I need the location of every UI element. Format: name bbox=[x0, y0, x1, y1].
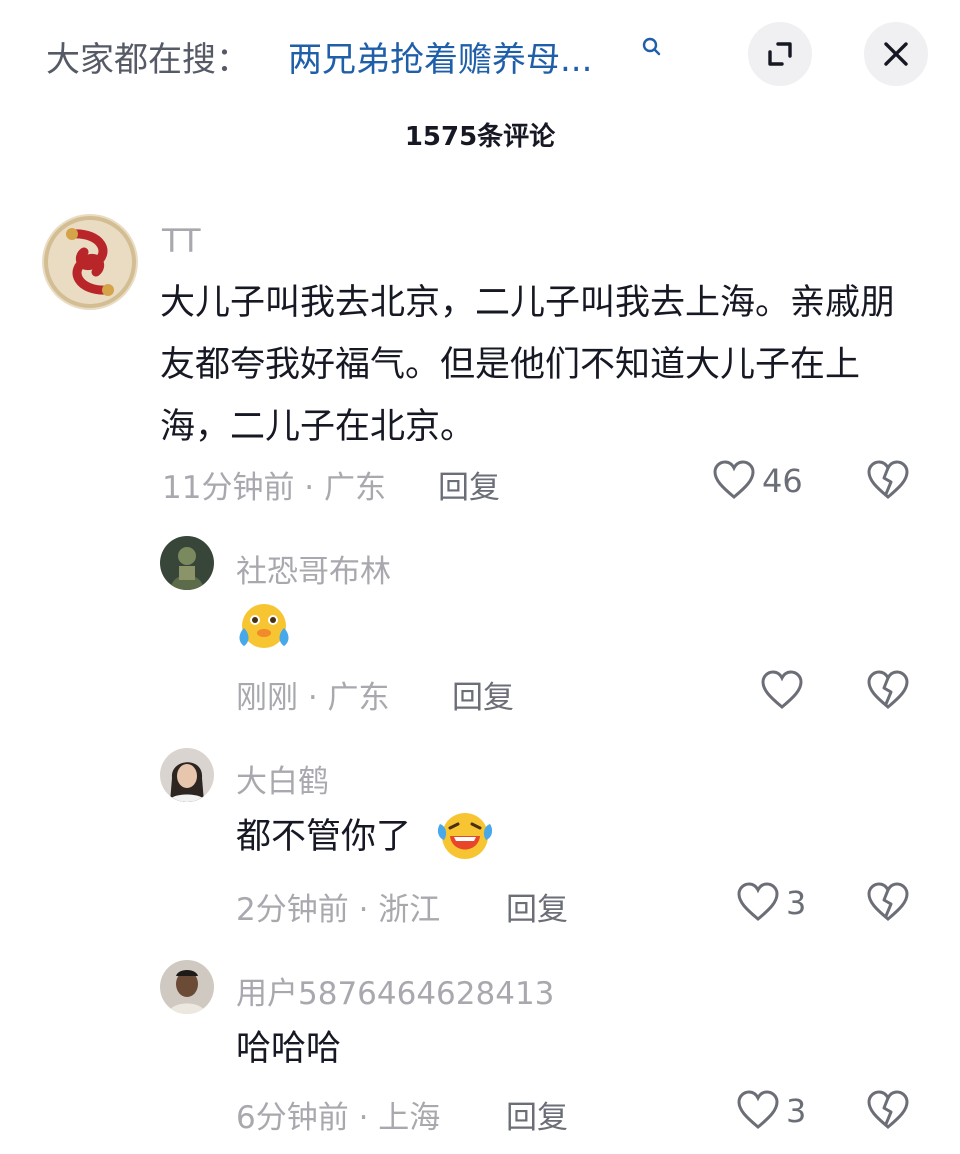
reply-button[interactable]: 回复 bbox=[506, 884, 568, 929]
comment-text: 哈哈哈 bbox=[236, 1029, 342, 1069]
avatar[interactable] bbox=[160, 960, 214, 1014]
comment-meta: 6分钟前 · 上海 bbox=[236, 1100, 441, 1136]
like-count: 3 bbox=[786, 884, 807, 922]
person-avatar-icon bbox=[160, 960, 214, 1014]
comment-meta: 2分钟前 · 浙江 bbox=[236, 892, 441, 928]
laughing-emoji bbox=[437, 813, 493, 859]
username[interactable]: 大白鹤 bbox=[236, 756, 329, 801]
username[interactable]: TT bbox=[162, 222, 201, 260]
heart-icon[interactable] bbox=[736, 1090, 780, 1130]
heart-icon[interactable] bbox=[760, 670, 804, 710]
reply-button[interactable]: 回复 bbox=[438, 462, 500, 507]
avatar[interactable] bbox=[42, 214, 138, 310]
search-icon[interactable] bbox=[640, 36, 664, 60]
comment-count-title: 1575条评论 bbox=[404, 122, 556, 152]
broken-heart-icon[interactable] bbox=[866, 460, 910, 500]
comment-meta: 刚刚 · 广东 bbox=[236, 680, 390, 716]
person-avatar-icon bbox=[160, 748, 214, 802]
reply-button[interactable]: 回复 bbox=[506, 1092, 568, 1137]
pisces-avatar-icon bbox=[42, 214, 138, 310]
heart-icon[interactable] bbox=[712, 460, 756, 500]
avatar[interactable] bbox=[160, 536, 214, 590]
search-prefix: 大家都在搜： bbox=[46, 40, 250, 80]
broken-heart-icon[interactable] bbox=[866, 882, 910, 922]
broken-heart-icon[interactable] bbox=[866, 1090, 910, 1130]
close-icon bbox=[884, 42, 908, 66]
like-count: 46 bbox=[762, 462, 803, 500]
avatar[interactable] bbox=[160, 748, 214, 802]
search-suggestion-link[interactable]: 两兄弟抢着赡养母... bbox=[288, 32, 592, 81]
expand-icon bbox=[768, 42, 792, 66]
heart-icon[interactable] bbox=[736, 882, 780, 922]
comment-text: 都不管你了 bbox=[236, 817, 412, 857]
expand-button[interactable] bbox=[748, 22, 812, 86]
like-count: 3 bbox=[786, 1092, 807, 1130]
goblin-avatar-icon bbox=[160, 536, 214, 590]
comment-text: 大儿子叫我去北京，二儿子叫我去上海。亲戚朋友都夸我好福气。但是他们不知道大儿子在… bbox=[160, 283, 896, 447]
close-button[interactable] bbox=[864, 22, 928, 86]
username[interactable]: 用户5876464628413 bbox=[236, 968, 554, 1013]
reply-button[interactable]: 回复 bbox=[452, 672, 514, 717]
broken-heart-icon[interactable] bbox=[866, 670, 910, 710]
comment-meta: 11分钟前 · 广东 bbox=[162, 470, 387, 506]
crying-laughing-emoji bbox=[239, 604, 289, 648]
username[interactable]: 社恐哥布林 bbox=[236, 546, 391, 591]
